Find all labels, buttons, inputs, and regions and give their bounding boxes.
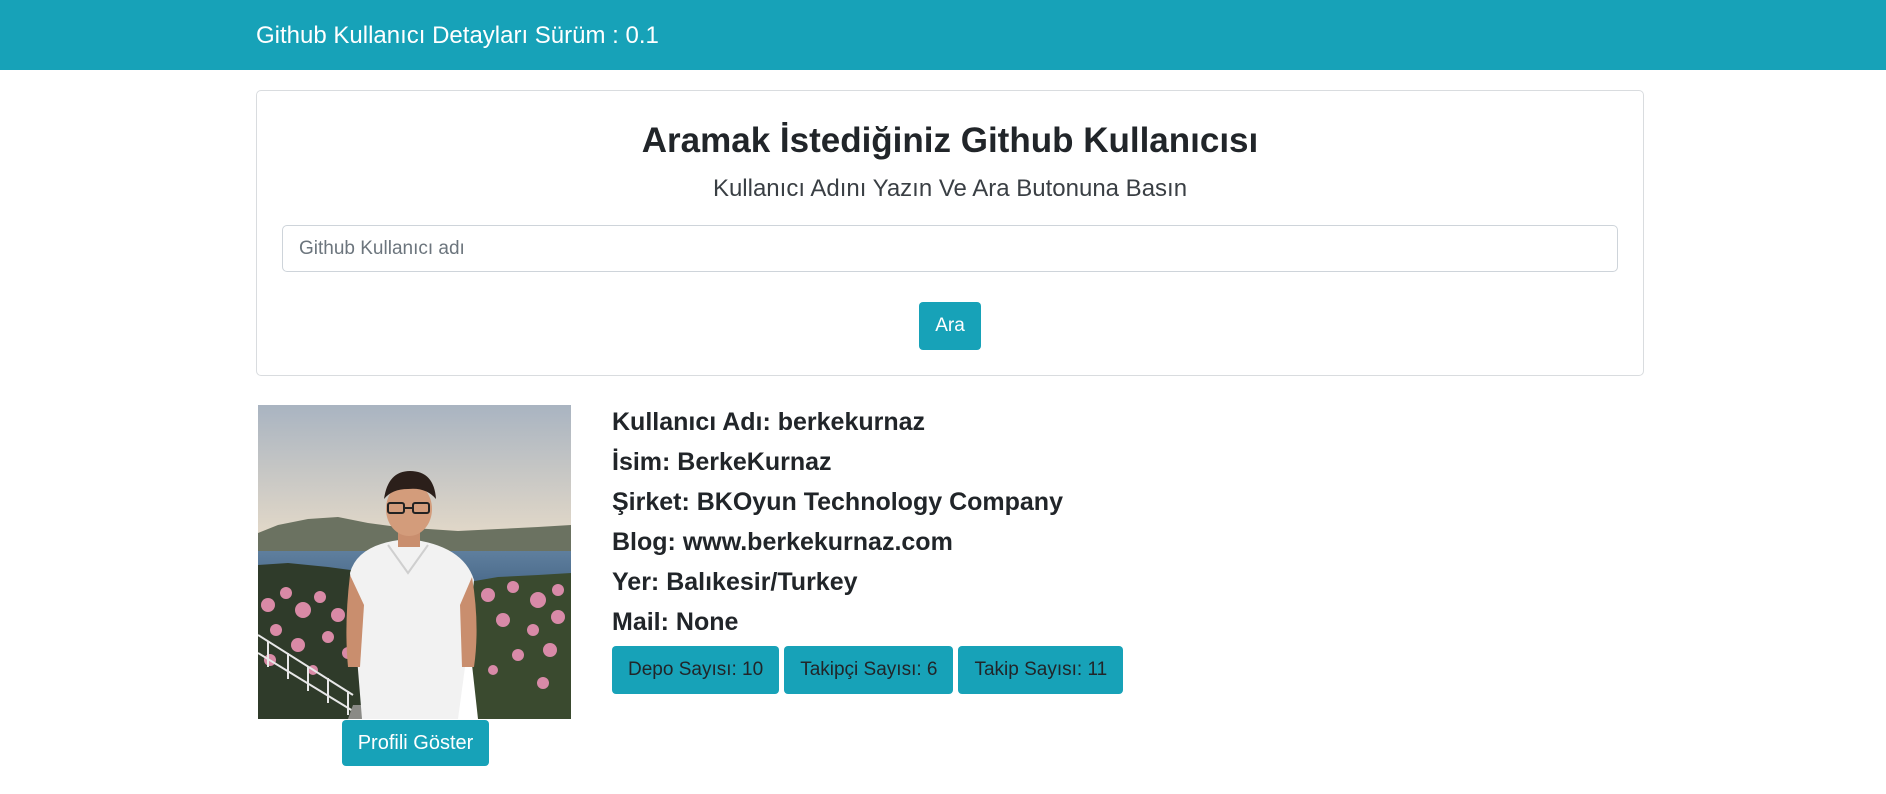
stats-badges: Depo Sayısı: 10 Takipçi Sayısı: 6 Takip …: [612, 646, 1124, 694]
user-details: Kullanıcı Adı: berkekurnaz İsim: BerkeKu…: [612, 404, 1512, 644]
detail-location: Yer: Balıkesir/Turkey: [612, 568, 858, 596]
show-profile-button[interactable]: Profili Göster: [342, 720, 489, 766]
followers-count-badge: Takipçi Sayısı: 6: [784, 646, 954, 694]
search-button[interactable]: Ara: [919, 302, 981, 350]
detail-name: İsim: BerkeKurnaz: [612, 448, 832, 476]
navbar-brand[interactable]: Github Kullanıcı Detayları Sürüm : 0.1: [256, 0, 659, 70]
search-title: Aramak İstediğiniz Github Kullanıcısı: [641, 121, 1259, 160]
username-search-input[interactable]: [282, 225, 1618, 272]
navbar: Github Kullanıcı Detayları Sürüm : 0.1: [0, 0, 1886, 70]
search-card: Aramak İstediğiniz Github Kullanıcısı Ku…: [256, 90, 1644, 376]
profile-avatar: [258, 405, 571, 719]
detail-mail: Mail: None: [612, 608, 739, 636]
following-count-badge: Takip Sayısı: 11: [958, 646, 1124, 694]
detail-blog: Blog: www.berkekurnaz.com: [612, 528, 953, 556]
repo-count-badge: Depo Sayısı: 10: [612, 646, 780, 694]
detail-username: Kullanıcı Adı: berkekurnaz: [612, 408, 926, 436]
detail-company: Şirket: BKOyun Technology Company: [612, 488, 1063, 516]
search-subtitle: Kullanıcı Adını Yazın Ve Ara Butonuna Ba…: [712, 175, 1188, 202]
avatar-photo: [258, 405, 571, 719]
